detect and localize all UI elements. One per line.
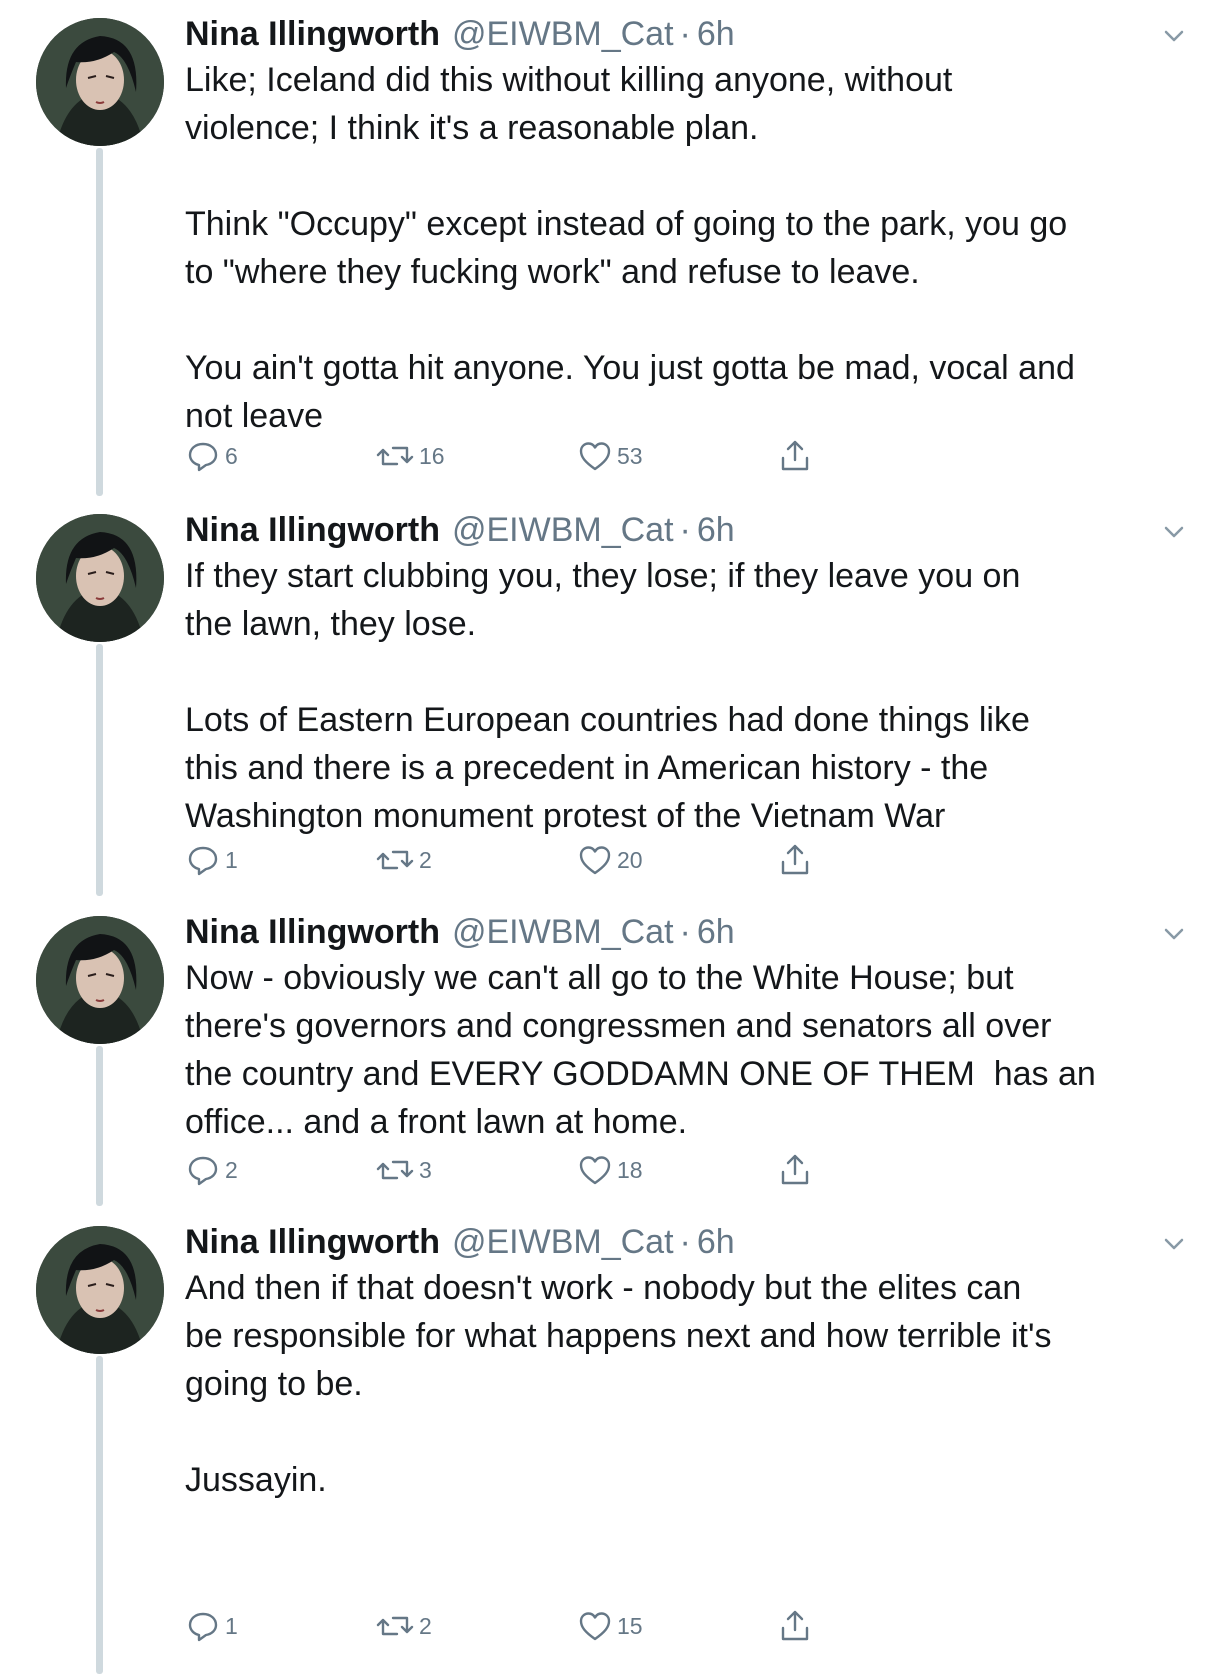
- user-handle[interactable]: @EIWBM_Cat: [452, 508, 674, 552]
- share-button[interactable]: [777, 1606, 817, 1646]
- retweet-button[interactable]: 2: [375, 840, 432, 880]
- heart-icon: [577, 1608, 617, 1644]
- user-handle[interactable]: @EIWBM_Cat: [452, 910, 674, 954]
- avatar-image: [36, 1226, 164, 1354]
- thread-line: [96, 148, 103, 496]
- avatar[interactable]: [36, 18, 164, 146]
- reply-button[interactable]: 1: [185, 1606, 238, 1646]
- share-icon: [777, 1152, 817, 1188]
- like-count: 18: [617, 1156, 643, 1183]
- tweet-header: Nina Illingworth @EIWBM_Cat · 6h: [185, 508, 735, 552]
- thread-line: [96, 1356, 103, 1674]
- display-name[interactable]: Nina Illingworth: [185, 1220, 440, 1264]
- retweet-count: 2: [419, 1612, 432, 1639]
- reply-icon: [185, 1608, 225, 1644]
- separator-dot: ·: [679, 15, 691, 53]
- retweet-count: 16: [419, 442, 445, 469]
- tweet[interactable]: Nina Illingworth @EIWBM_Cat · 6h If they…: [0, 496, 1229, 898]
- thread-line: [96, 644, 103, 896]
- display-name[interactable]: Nina Illingworth: [185, 508, 440, 552]
- tweet[interactable]: Nina Illingworth @EIWBM_Cat · 6h And the…: [0, 1208, 1229, 1674]
- like-count: 53: [617, 442, 643, 469]
- retweet-count: 3: [419, 1156, 432, 1183]
- like-button[interactable]: 15: [577, 1606, 643, 1646]
- user-handle[interactable]: @EIWBM_Cat: [452, 1220, 674, 1264]
- reply-icon: [185, 438, 225, 474]
- reply-button[interactable]: 2: [185, 1150, 238, 1190]
- retweet-icon: [375, 842, 419, 878]
- tweet-text: If they start clubbing you, they lose; i…: [185, 557, 1030, 835]
- chevron-down-icon[interactable]: [1160, 22, 1188, 50]
- timestamp[interactable]: 6h: [697, 1220, 735, 1264]
- timestamp[interactable]: 6h: [697, 12, 735, 56]
- reply-count: 1: [225, 846, 238, 873]
- tweet-header: Nina Illingworth @EIWBM_Cat · 6h: [185, 12, 735, 56]
- retweet-icon: [375, 1608, 419, 1644]
- heart-icon: [577, 1152, 617, 1188]
- like-count: 15: [617, 1612, 643, 1639]
- reply-count: 2: [225, 1156, 238, 1183]
- tweet-actions: 1 2 20: [185, 840, 825, 880]
- chevron-down-icon[interactable]: [1160, 920, 1188, 948]
- chevron-down-icon[interactable]: [1160, 1230, 1188, 1258]
- avatar-image: [36, 514, 164, 642]
- thread-line: [96, 1046, 103, 1206]
- retweet-icon: [375, 1152, 419, 1188]
- tweet-text: Now - obviously we can't all go to the W…: [185, 959, 1096, 1141]
- share-icon: [777, 1608, 817, 1644]
- tweet-actions: 2 3 18: [185, 1150, 825, 1190]
- retweet-count: 2: [419, 846, 432, 873]
- tweet-actions: 1 2 15: [185, 1606, 825, 1646]
- heart-icon: [577, 438, 617, 474]
- share-button[interactable]: [777, 1150, 817, 1190]
- tweet-header: Nina Illingworth @EIWBM_Cat · 6h: [185, 910, 735, 954]
- timestamp[interactable]: 6h: [697, 508, 735, 552]
- reply-button[interactable]: 1: [185, 840, 238, 880]
- avatar-image: [36, 18, 164, 146]
- share-icon: [777, 438, 817, 474]
- share-button[interactable]: [777, 840, 817, 880]
- tweet-actions: 6 16 53: [185, 436, 825, 476]
- tweet-header: Nina Illingworth @EIWBM_Cat · 6h: [185, 1220, 735, 1264]
- share-icon: [777, 842, 817, 878]
- separator-dot: ·: [679, 1223, 691, 1261]
- heart-icon: [577, 842, 617, 878]
- chevron-down-icon[interactable]: [1160, 518, 1188, 546]
- like-button[interactable]: 53: [577, 436, 643, 476]
- avatar-image: [36, 916, 164, 1044]
- like-button[interactable]: 20: [577, 840, 643, 880]
- like-button[interactable]: 18: [577, 1150, 643, 1190]
- user-handle[interactable]: @EIWBM_Cat: [452, 12, 674, 56]
- display-name[interactable]: Nina Illingworth: [185, 12, 440, 56]
- tweet-text: And then if that doesn't work - nobody b…: [185, 1269, 1052, 1499]
- tweet-text: Like; Iceland did this without killing a…: [185, 61, 1075, 435]
- reply-count: 6: [225, 442, 238, 469]
- reply-icon: [185, 1152, 225, 1188]
- timestamp[interactable]: 6h: [697, 910, 735, 954]
- display-name[interactable]: Nina Illingworth: [185, 910, 440, 954]
- reply-button[interactable]: 6: [185, 436, 238, 476]
- reply-icon: [185, 842, 225, 878]
- tweet[interactable]: Nina Illingworth @EIWBM_Cat · 6h Like; I…: [0, 0, 1229, 500]
- share-button[interactable]: [777, 436, 817, 476]
- retweet-button[interactable]: 16: [375, 436, 445, 476]
- separator-dot: ·: [679, 511, 691, 549]
- tweet[interactable]: Nina Illingworth @EIWBM_Cat · 6h Now - o…: [0, 898, 1229, 1208]
- retweet-icon: [375, 438, 419, 474]
- avatar[interactable]: [36, 1226, 164, 1354]
- separator-dot: ·: [679, 913, 691, 951]
- retweet-button[interactable]: 2: [375, 1606, 432, 1646]
- reply-count: 1: [225, 1612, 238, 1639]
- avatar[interactable]: [36, 514, 164, 642]
- avatar[interactable]: [36, 916, 164, 1044]
- retweet-button[interactable]: 3: [375, 1150, 432, 1190]
- like-count: 20: [617, 846, 643, 873]
